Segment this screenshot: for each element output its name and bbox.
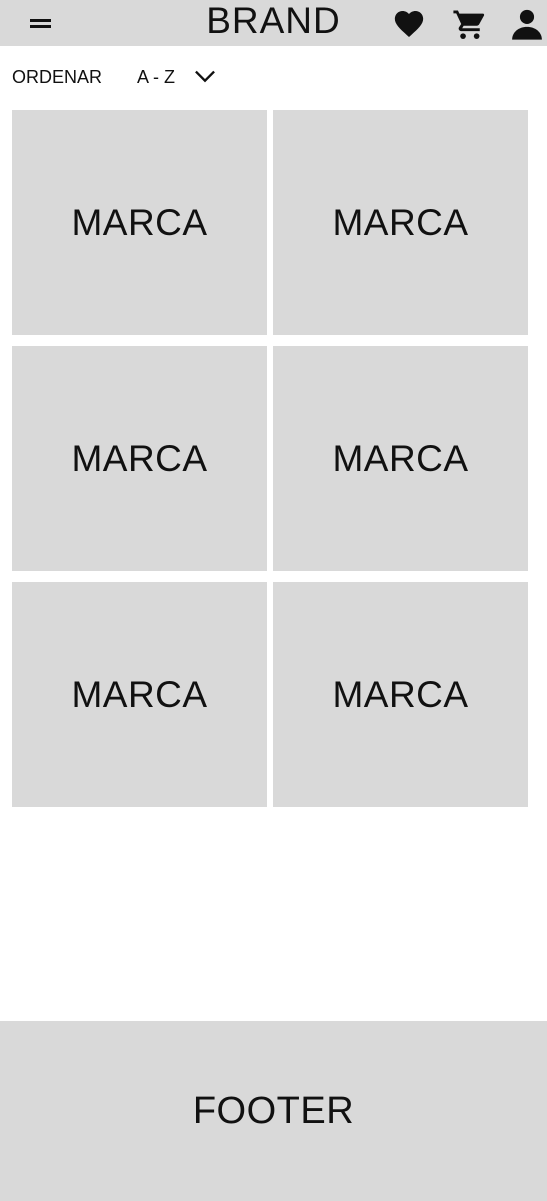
menu-icon (30, 19, 51, 22)
brand-tile-label: MARCA (71, 437, 208, 479)
menu-icon-bar (30, 25, 51, 28)
account-button[interactable] (510, 7, 544, 41)
footer-label: FOOTER (192, 1089, 355, 1132)
brand-tile-label: MARCA (71, 201, 208, 243)
brand-logo[interactable]: BRAND (206, 0, 341, 41)
page: BRAND ORDENAR A - Z MARCA MARCA MARCA MA… (0, 0, 547, 1201)
favorites-button[interactable] (392, 7, 426, 41)
brand-tile[interactable]: MARCA (273, 582, 528, 807)
sort-selected-value: A - Z (137, 67, 176, 87)
brand-tile[interactable]: MARCA (12, 110, 267, 335)
footer: FOOTER (0, 1021, 547, 1201)
header-bar: BRAND (0, 0, 547, 46)
brand-tile[interactable]: MARCA (12, 582, 267, 807)
sort-dropdown[interactable]: A - Z (137, 63, 237, 91)
brand-tile-label: MARCA (332, 437, 469, 479)
brand-tile[interactable]: MARCA (12, 346, 267, 571)
brand-tile[interactable]: MARCA (273, 110, 528, 335)
brand-tile-label: MARCA (71, 673, 208, 715)
user-icon (512, 9, 542, 40)
cart-icon (453, 10, 485, 40)
heart-icon (394, 10, 424, 38)
menu-button[interactable] (24, 10, 58, 36)
chevron-down-icon (194, 66, 216, 88)
sort-label: ORDENAR (12, 67, 103, 87)
cart-button[interactable] (452, 7, 486, 41)
brand-tile-label: MARCA (332, 673, 469, 715)
brand-tile-label: MARCA (332, 201, 469, 243)
brand-tile[interactable]: MARCA (273, 346, 528, 571)
brand-grid: MARCA MARCA MARCA MARCA MARCA MARCA (12, 110, 528, 807)
